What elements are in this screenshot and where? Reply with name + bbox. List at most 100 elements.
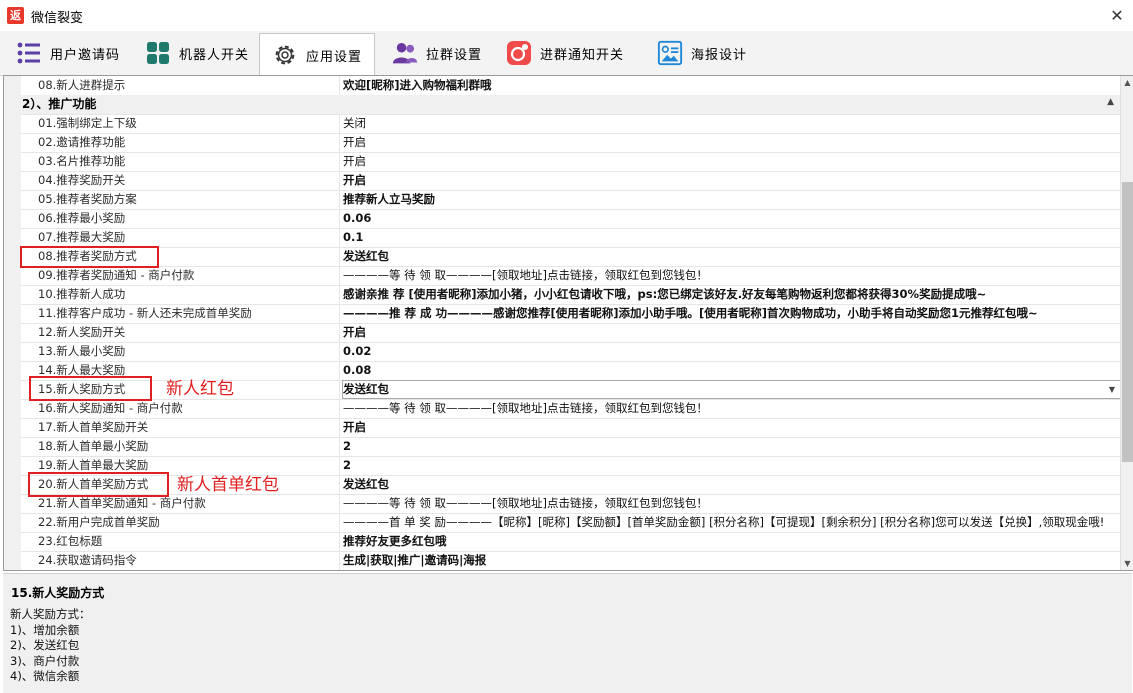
- property-name: 07.推荐最大奖励: [38, 228, 340, 247]
- grid-row[interactable]: 24.获取邀请码指令 生成|获取|推广|邀请码|海报: [4, 551, 1120, 570]
- tab-group-settings[interactable]: 拉群设置: [380, 33, 494, 73]
- vertical-scrollbar[interactable]: ▲ ▼: [1120, 76, 1133, 570]
- property-grid[interactable]: 08.新人进群提示 欢迎[昵称]进入购物福利群哦 2）、推广功能 ▲ 01.强制…: [3, 75, 1133, 571]
- property-value[interactable]: 开启: [343, 323, 1119, 342]
- property-name: 13.新人最小奖励: [38, 342, 340, 361]
- property-name: 03.名片推荐功能: [38, 152, 340, 171]
- grid-row-new-user-join-tip[interactable]: 08.新人进群提示 欢迎[昵称]进入购物福利群哦: [4, 76, 1120, 96]
- grid-row[interactable]: 10.推荐新人成功 感谢亲推 荐 [使用者昵称]添加小猪，小小红包请收下哦，ps:…: [4, 285, 1120, 305]
- property-name: 16.新人奖励通知 - 商户付款: [38, 399, 340, 418]
- grid-row[interactable]: 08.推荐者奖励方式 发送红包: [4, 247, 1120, 267]
- tab-user-invite-code[interactable]: 用户邀请码: [4, 33, 132, 73]
- grid-row[interactable]: 13.新人最小奖励 0.02: [4, 342, 1120, 362]
- grid-row[interactable]: 11.推荐客户成功 - 新人还未完成首单奖励 ————推 荐 成 功————感谢您…: [4, 304, 1120, 324]
- scroll-up-icon[interactable]: ▲: [1121, 76, 1133, 89]
- grid-row[interactable]: 01.强制绑定上下级 关闭: [4, 114, 1120, 134]
- property-value[interactable]: ————首 单 奖 励————【昵称】[昵称]【奖励额】[首单奖励金额] [积分…: [343, 513, 1119, 532]
- grid-row[interactable]: 02.邀请推荐功能 开启: [4, 133, 1120, 153]
- property-value[interactable]: 推荐新人立马奖励: [343, 190, 1119, 209]
- annotation-first-order-redpacket: 新人首单红包: [177, 475, 279, 495]
- tab-label: 机器人开关: [179, 47, 250, 63]
- tab-poster-design[interactable]: 海报设计: [645, 33, 759, 73]
- title-bar: 返 微信裂变 ✕: [0, 0, 1133, 32]
- property-value[interactable]: 感谢亲推 荐 [使用者昵称]添加小猪，小小红包请收下哦，ps:您已绑定该好友.好…: [343, 285, 1119, 304]
- description-body: 新人奖励方式： 1)、增加余额 2)、发送红包 3)、商户付款 4)、微信余额: [10, 607, 91, 685]
- property-value[interactable]: 发送红包: [343, 475, 1119, 494]
- property-value[interactable]: 开启: [343, 133, 1119, 152]
- property-name: 24.获取邀请码指令: [38, 551, 340, 570]
- property-value[interactable]: 开启: [343, 152, 1119, 171]
- property-value[interactable]: 开启: [343, 171, 1119, 190]
- tab-label: 海报设计: [691, 47, 748, 63]
- property-value[interactable]: 推荐好友更多红包哦: [343, 532, 1119, 551]
- property-value[interactable]: 0.06: [343, 209, 1119, 228]
- category-label: 2）、推广功能: [22, 97, 97, 111]
- property-name: 10.推荐新人成功: [38, 285, 340, 304]
- property-value[interactable]: ————推 荐 成 功————感谢您推荐[使用者昵称]添加小助手哦。[使用者昵称…: [343, 304, 1119, 323]
- grid-row[interactable]: 12.新人奖励开关 开启: [4, 323, 1120, 343]
- property-value[interactable]: 2: [343, 437, 1119, 456]
- property-value[interactable]: 生成|获取|推广|邀请码|海报: [343, 551, 1119, 570]
- grid-row[interactable]: 09.推荐者奖励通知 - 商户付款 ————等 待 领 取————[领取地址]点击…: [4, 266, 1120, 286]
- grid-row[interactable]: 16.新人奖励通知 - 商户付款 ————等 待 领 取————[领取地址]点击链…: [4, 399, 1120, 419]
- property-value[interactable]: 欢迎[昵称]进入购物福利群哦: [343, 76, 1119, 95]
- description-title: 15.新人奖励方式: [11, 586, 105, 600]
- property-value[interactable]: 0.1: [343, 228, 1119, 247]
- property-name: 08.新人进群提示: [38, 76, 340, 95]
- grid-row[interactable]: 18.新人首单最小奖励 2: [4, 437, 1120, 457]
- collapse-arrow-icon[interactable]: ▲: [1107, 97, 1114, 107]
- property-value[interactable]: 0.02: [343, 342, 1119, 361]
- grid-row[interactable]: 17.新人首单奖励开关 开启: [4, 418, 1120, 438]
- property-name: 08.推荐者奖励方式: [38, 247, 340, 266]
- scroll-thumb[interactable]: [1122, 182, 1133, 462]
- tab-label: 拉群设置: [426, 47, 483, 63]
- list-icon: [16, 40, 42, 66]
- property-value[interactable]: ————等 待 领 取————[领取地址]点击链接，领取红包到您钱包！: [343, 266, 1119, 285]
- property-value[interactable]: 发送红包: [343, 247, 1119, 266]
- property-value[interactable]: ————等 待 领 取————[领取地址]点击链接，领取红包到您钱包！: [343, 399, 1119, 418]
- dropdown-arrow-icon[interactable]: ▼: [1106, 383, 1118, 396]
- description-line: 3)、商户付款: [10, 653, 80, 668]
- tab-app-settings[interactable]: 应用设置: [259, 33, 376, 76]
- grid-row[interactable]: 20.新人首单奖励方式 发送红包: [4, 475, 1120, 495]
- property-name: 22.新用户完成首单奖励: [38, 513, 340, 532]
- grid-row[interactable]: 03.名片推荐功能 开启: [4, 152, 1120, 172]
- grid-row[interactable]: 23.红包标题 推荐好友更多红包哦: [4, 532, 1120, 552]
- grid-row[interactable]: 19.新人首单最大奖励 2: [4, 456, 1120, 476]
- property-name: 17.新人首单奖励开关: [38, 418, 340, 437]
- scroll-down-icon[interactable]: ▼: [1121, 557, 1133, 570]
- description-line: 1)、增加余额: [10, 622, 80, 637]
- property-name: 02.邀请推荐功能: [38, 133, 340, 152]
- property-name: 21.新人首单奖励通知 - 商户付款: [38, 494, 340, 513]
- tab-join-notification[interactable]: 进群通知开关: [494, 33, 636, 73]
- property-name: 23.红包标题: [38, 532, 340, 551]
- property-value[interactable]: ————等 待 领 取————[领取地址]点击链接，领取红包到您钱包！: [343, 494, 1119, 513]
- property-value[interactable]: 2: [343, 456, 1119, 475]
- grid-row[interactable]: 22.新用户完成首单奖励 ————首 单 奖 励————【昵称】[昵称]【奖励额】…: [4, 513, 1120, 533]
- users-icon: [392, 40, 418, 66]
- grid-row[interactable]: 21.新人首单奖励通知 - 商户付款 ————等 待 领 取————[领取地址]点…: [4, 494, 1120, 514]
- grid-row[interactable]: 07.推荐最大奖励 0.1: [4, 228, 1120, 248]
- grid-row[interactable]: 05.推荐者奖励方案 推荐新人立马奖励: [4, 190, 1120, 210]
- dropdown-selected-value: 发送红包: [343, 382, 389, 396]
- description-line: 新人奖励方式：: [10, 607, 91, 621]
- main-toolbar: 用户邀请码 机器人开关 应用设置 拉群设置 进群通知开关 海报设计: [0, 31, 1133, 76]
- notification-icon: [506, 40, 532, 66]
- gear-icon: [272, 42, 298, 68]
- property-name: 12.新人奖励开关: [38, 323, 340, 342]
- close-button[interactable]: ✕: [1101, 0, 1133, 31]
- property-value-dropdown[interactable]: 发送红包 ▼: [342, 380, 1121, 399]
- poster-icon: [657, 40, 683, 66]
- property-value[interactable]: 开启: [343, 418, 1119, 437]
- tab-robot-switch[interactable]: 机器人开关: [133, 33, 261, 73]
- grid-row[interactable]: 04.推荐奖励开关 开启: [4, 171, 1120, 191]
- property-name: 09.推荐者奖励通知 - 商户付款: [38, 266, 340, 285]
- grid-icon: [145, 40, 171, 66]
- grid-row[interactable]: 06.推荐最小奖励 0.06: [4, 209, 1120, 229]
- tab-label: 应用设置: [306, 49, 363, 65]
- property-value[interactable]: 0.08: [343, 361, 1119, 380]
- tab-label: 用户邀请码: [50, 47, 121, 63]
- category-promotion[interactable]: 2）、推广功能 ▲: [4, 95, 1120, 115]
- description-line: 2)、发送红包: [10, 638, 80, 652]
- property-value[interactable]: 关闭: [343, 114, 1119, 133]
